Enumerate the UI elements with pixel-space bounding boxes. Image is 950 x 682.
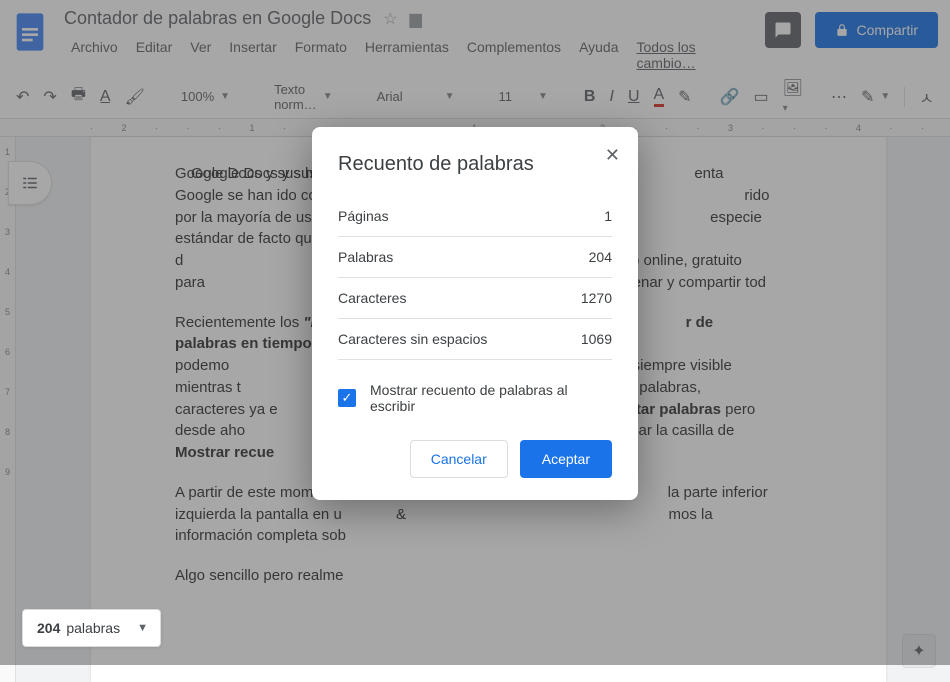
word-count-footer[interactable]: 204 palabras ▼ <box>22 609 161 647</box>
accept-button[interactable]: Aceptar <box>520 440 612 478</box>
checkbox-checked-icon[interactable]: ✓ <box>338 389 356 407</box>
word-count-number: 204 <box>37 620 60 636</box>
stat-row-pages: Páginas 1 <box>338 196 612 237</box>
show-while-typing-option[interactable]: ✓ Mostrar recuento de palabras al escrib… <box>338 382 612 414</box>
stat-label: Páginas <box>338 208 389 224</box>
stat-label: Caracteres <box>338 290 406 306</box>
stat-row-chars-no-spaces: Caracteres sin espacios 1069 <box>338 319 612 360</box>
stat-value: 1270 <box>581 290 612 306</box>
dialog-title: Recuento de palabras <box>338 153 612 176</box>
stat-row-words: Palabras 204 <box>338 237 612 278</box>
chevron-down-icon: ▼ <box>137 622 148 634</box>
stat-label: Caracteres sin espacios <box>338 331 487 347</box>
word-count-dialog: Recuento de palabras ✕ Páginas 1 Palabra… <box>312 127 638 500</box>
stat-value: 1069 <box>581 331 612 347</box>
cancel-button[interactable]: Cancelar <box>410 440 508 478</box>
close-icon[interactable]: ✕ <box>605 145 620 166</box>
checkbox-label: Mostrar recuento de palabras al escribir <box>370 382 612 414</box>
word-count-label: palabras <box>66 620 120 636</box>
stat-label: Palabras <box>338 249 393 265</box>
stat-row-chars: Caracteres 1270 <box>338 278 612 319</box>
stat-value: 1 <box>604 208 612 224</box>
stat-value: 204 <box>589 249 612 265</box>
modal-overlay: Recuento de palabras ✕ Páginas 1 Palabra… <box>0 0 950 665</box>
